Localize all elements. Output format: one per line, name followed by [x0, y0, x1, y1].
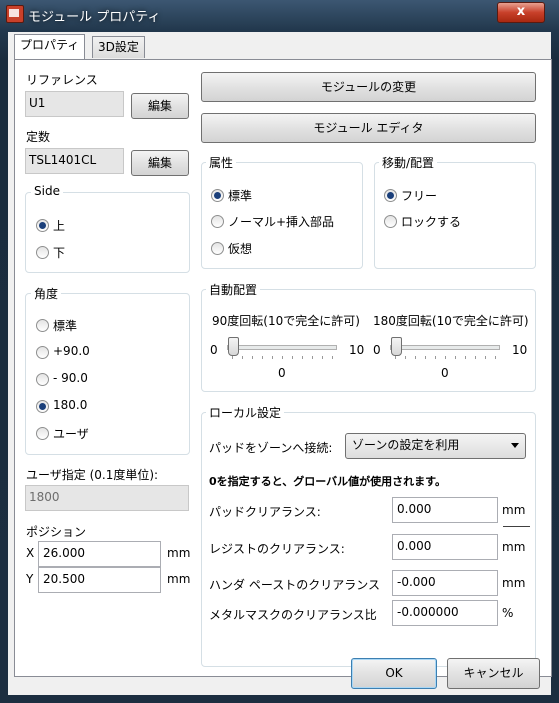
- side-top-label: 上: [53, 219, 66, 233]
- solder-mask-clearance-input[interactable]: 0.000: [392, 534, 498, 560]
- pad-clearance-label: パッドクリアランス:: [209, 505, 321, 519]
- attributes-group-title: 属性: [206, 154, 237, 171]
- side-top-radio[interactable]: [36, 219, 49, 232]
- slider180-thumb[interactable]: [391, 337, 402, 356]
- auto-place-group-title: 自動配置: [206, 281, 261, 298]
- position-x-input[interactable]: 26.000: [38, 541, 161, 567]
- solder-paste-clearance-label: ハンダ ペーストのクリアランス: [209, 578, 380, 592]
- slider180-min: 0: [373, 343, 381, 357]
- chevron-down-icon: [511, 443, 519, 448]
- attr-virtual-radio[interactable]: [211, 242, 224, 255]
- angle-user-label: ユーザ: [53, 427, 89, 441]
- solder-paste-clearance-unit: mm: [502, 576, 526, 590]
- attr-normal-insert-radio[interactable]: [211, 215, 224, 228]
- value-field[interactable]: TSL1401CL: [25, 148, 124, 174]
- user-angle-field[interactable]: 1800: [25, 485, 189, 511]
- move-group-title: 移動/配置: [379, 154, 438, 171]
- zero-note: 0を指定すると、グローバル値が使用されます。: [209, 475, 447, 488]
- divider: [503, 526, 530, 527]
- move-free-label: フリー: [401, 189, 438, 203]
- solder-paste-clearance-input[interactable]: -0.000: [392, 570, 498, 596]
- slider90-thumb[interactable]: [228, 337, 239, 356]
- tab-properties[interactable]: プロパティ: [14, 34, 86, 59]
- side-bottom-radio[interactable]: [36, 246, 49, 259]
- angle-standard-label: 標準: [53, 319, 78, 333]
- attr-standard-radio[interactable]: [211, 189, 224, 202]
- window-title: モジュール プロパティ: [28, 10, 161, 25]
- paste-ratio-input[interactable]: -0.000000: [392, 600, 498, 626]
- tab-3d-settings[interactable]: 3D設定: [92, 36, 145, 58]
- side-group: [25, 192, 190, 273]
- local-settings-title: ローカル設定: [206, 404, 285, 421]
- angle-group: [25, 293, 190, 455]
- reference-field[interactable]: U1: [25, 91, 124, 117]
- app-icon: [6, 5, 24, 23]
- cancel-button[interactable]: キャンセル: [447, 658, 540, 689]
- slider90-value: 0: [278, 366, 286, 380]
- pad-clearance-input[interactable]: 0.000: [392, 497, 498, 523]
- position-y-label: Y: [26, 572, 34, 586]
- move-lock-radio[interactable]: [384, 215, 397, 228]
- reference-label: リファレンス: [26, 73, 98, 87]
- solder-mask-clearance-label: レジストのクリアランス:: [209, 542, 345, 556]
- paste-ratio-label: メタルマスクのクリアランス比: [209, 608, 377, 622]
- position-y-input[interactable]: 20.500: [38, 567, 161, 593]
- attr-standard-label: 標準: [228, 189, 253, 203]
- dialog-client: プロパティ 3D設定 リファレンス U1 編集 定数 TSL1401CL 編集 …: [8, 32, 552, 695]
- paste-ratio-unit: %: [502, 606, 514, 620]
- move-free-radio[interactable]: [384, 189, 397, 202]
- angle-user-radio[interactable]: [36, 427, 49, 440]
- attr-virtual-label: 仮想: [228, 242, 253, 256]
- value-label: 定数: [26, 130, 51, 144]
- auto-place-group: [201, 289, 536, 392]
- angle-standard-radio[interactable]: [36, 319, 49, 332]
- pad-zone-label: パッドをゾーンへ接続:: [209, 441, 333, 455]
- side-bottom-label: 下: [53, 246, 66, 260]
- angle-minus90-label: - 90.0: [53, 371, 88, 385]
- position-x-label: X: [26, 546, 35, 560]
- properties-panel: リファレンス U1 編集 定数 TSL1401CL 編集 Side 上 下 角度…: [14, 59, 552, 677]
- module-editor-button[interactable]: モジュール エディタ: [201, 113, 536, 143]
- slider180-track: [390, 345, 500, 350]
- slider90-max: 10: [349, 343, 365, 357]
- position-label: ポジション: [26, 525, 87, 539]
- angle-180-label: 180.0: [53, 398, 88, 412]
- pad-zone-select[interactable]: ゾーンの設定を利用: [345, 433, 526, 459]
- dialog-window: モジュール プロパティ x プロパティ 3D設定 リファレンス U1 編集 定数…: [0, 0, 559, 703]
- value-edit-button[interactable]: 編集: [131, 150, 189, 176]
- solder-mask-clearance-unit: mm: [502, 540, 526, 554]
- slider180-max: 10: [512, 343, 528, 357]
- position-x-unit: mm: [167, 546, 191, 560]
- pad-clearance-unit: mm: [502, 503, 526, 517]
- angle-plus90-radio[interactable]: [36, 346, 49, 359]
- slider90-track: [227, 345, 337, 350]
- slider180-label: 180度回転(10で完全に許可): [373, 314, 529, 328]
- side-group-title: Side: [31, 184, 63, 198]
- angle-group-title: 角度: [31, 285, 62, 302]
- slider180-value: 0: [441, 366, 449, 380]
- user-angle-label: ユーザ指定 (0.1度単位):: [26, 468, 159, 482]
- move-lock-label: ロックする: [401, 215, 462, 229]
- pad-zone-select-value: ゾーンの設定を利用: [352, 438, 460, 452]
- ok-button[interactable]: OK: [351, 658, 437, 689]
- change-module-button[interactable]: モジュールの変更: [201, 72, 536, 102]
- angle-180-radio[interactable]: [36, 400, 49, 413]
- attr-normal-insert-label: ノーマル+挿入部品: [228, 215, 335, 229]
- reference-edit-button[interactable]: 編集: [131, 93, 189, 119]
- title-bar[interactable]: モジュール プロパティ x: [0, 0, 559, 28]
- angle-minus90-radio[interactable]: [36, 373, 49, 386]
- position-y-unit: mm: [167, 572, 191, 586]
- angle-plus90-label: +90.0: [53, 344, 90, 358]
- slider90-min: 0: [210, 343, 218, 357]
- close-button[interactable]: x: [497, 2, 545, 23]
- slider90-label: 90度回転(10で完全に許可): [212, 314, 360, 328]
